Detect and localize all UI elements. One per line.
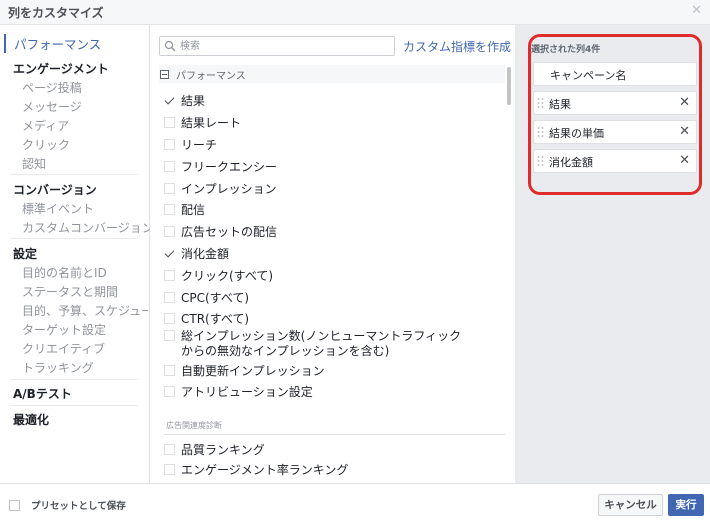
- checkbox[interactable]: [164, 292, 175, 303]
- nav-item-performance[interactable]: パフォーマンス: [4, 34, 101, 53]
- nav-item-awareness[interactable]: 認知: [22, 155, 46, 172]
- metric-label: エンゲージメント率ランキング: [181, 463, 349, 477]
- close-icon[interactable]: ✕: [691, 3, 702, 18]
- checkbox[interactable]: [164, 365, 175, 376]
- nav-item-clicks[interactable]: クリック: [22, 136, 70, 153]
- checkbox[interactable]: [164, 183, 175, 194]
- metric-label: 広告セットの配信: [181, 225, 278, 239]
- cancel-button[interactable]: キャンセル: [598, 494, 663, 516]
- checkbox[interactable]: [164, 117, 175, 128]
- nav-item-creative[interactable]: クリエイティブ: [22, 340, 105, 357]
- metric-label: インプレッション: [181, 182, 277, 196]
- selected-column-item[interactable]: 消化金額 ✕: [533, 149, 697, 173]
- selected-columns-panel: 選択された列4件 キャンペーン名 結果 ✕ 結果の単価 ✕ 消化金額 ✕: [515, 25, 710, 483]
- metric-label: 自動更新インプレッション: [181, 364, 325, 378]
- section-divider: [164, 434, 505, 435]
- search-box[interactable]: [159, 36, 395, 56]
- run-button[interactable]: 実行: [668, 494, 704, 516]
- checkbox[interactable]: [164, 444, 175, 455]
- save-preset-checkbox[interactable]: [9, 500, 20, 511]
- nav-item-media[interactable]: メディア: [22, 117, 69, 134]
- checkbox[interactable]: [164, 313, 175, 324]
- nav-item-objective-budget-schedule[interactable]: 目的、予算、スケジュール: [22, 302, 148, 319]
- nav-divider: [10, 379, 138, 380]
- nav-item-engagement[interactable]: エンゲージメント: [13, 60, 109, 77]
- metric-label: 総インプレッション数(ノンヒューマントラフィック: [181, 329, 462, 343]
- nav-item-page-posts[interactable]: ページ投稿: [22, 79, 82, 96]
- dialog-title: 列をカスタマイズ: [8, 6, 104, 20]
- selected-column-item[interactable]: 結果の単価 ✕: [533, 120, 697, 144]
- relevance-section-title: 広告関連度診断: [166, 421, 222, 430]
- nav-item-messages[interactable]: メッセージ: [22, 98, 82, 115]
- dialog-footer: プリセットとして保存 キャンセル 実行: [0, 483, 710, 522]
- checkbox[interactable]: [164, 226, 175, 237]
- nav-item-objective-name-id[interactable]: 目的の名前とID: [22, 264, 107, 281]
- category-nav: パフォーマンス エンゲージメント ページ投稿 メッセージ メディア クリック 認…: [0, 25, 154, 483]
- metric-label: 結果: [181, 94, 206, 108]
- collapse-icon[interactable]: [160, 70, 169, 79]
- metric-label: 消化金額: [181, 247, 230, 261]
- selected-column-label: キャンペーン名: [550, 69, 627, 82]
- checkbox[interactable]: [164, 386, 175, 397]
- drag-handle-icon[interactable]: [537, 155, 544, 167]
- checkbox[interactable]: [164, 270, 175, 281]
- remove-icon[interactable]: ✕: [679, 95, 690, 110]
- nav-item-conversion[interactable]: コンバージョン: [13, 181, 97, 198]
- create-custom-metric-link[interactable]: カスタム指標を作成: [403, 38, 511, 55]
- search-input[interactable]: [180, 38, 390, 54]
- nav-item-standard-events[interactable]: 標準イベント: [22, 200, 94, 217]
- checkbox[interactable]: [164, 464, 175, 475]
- section-title: パフォーマンス: [176, 71, 246, 82]
- selected-column-label: 結果: [549, 98, 571, 111]
- checkbox-checked[interactable]: [164, 95, 175, 106]
- selected-columns-title: 選択された列4件: [531, 45, 601, 55]
- save-preset-label[interactable]: プリセットとして保存: [31, 498, 126, 512]
- nav-item-optimization[interactable]: 最適化: [13, 411, 49, 428]
- remove-icon[interactable]: ✕: [679, 124, 690, 139]
- metric-label: 結果レート: [181, 116, 242, 130]
- metric-label: アトリビューション設定: [181, 385, 313, 399]
- metric-label: CTR(すべて): [181, 312, 250, 326]
- dialog-header: 列をカスタマイズ ✕: [0, 0, 710, 25]
- remove-icon[interactable]: ✕: [679, 153, 690, 168]
- checkbox[interactable]: [164, 204, 175, 215]
- checkbox[interactable]: [164, 161, 175, 172]
- scrollbar-thumb[interactable]: [507, 67, 511, 105]
- checkbox[interactable]: [164, 139, 175, 150]
- metric-label: CPC(すべて): [181, 291, 250, 305]
- nav-item-targeting[interactable]: ターゲット設定: [22, 321, 106, 338]
- metric-label: リーチ: [181, 138, 218, 152]
- drag-handle-icon[interactable]: [537, 97, 544, 109]
- metric-label: 配信: [181, 203, 206, 217]
- nav-divider: [10, 405, 138, 406]
- checkbox-checked[interactable]: [164, 248, 175, 259]
- selected-column-fixed: キャンペーン名: [533, 62, 697, 86]
- metric-label: フリークエンシー: [181, 160, 278, 174]
- nav-item-custom-conversions[interactable]: カスタムコンバージョン: [22, 219, 154, 236]
- checkbox[interactable]: [164, 330, 175, 341]
- selected-column-item[interactable]: 結果 ✕: [533, 91, 697, 115]
- search-icon: [164, 40, 176, 52]
- section-header-performance[interactable]: パフォーマンス: [159, 65, 505, 83]
- drag-handle-icon[interactable]: [537, 126, 544, 138]
- nav-item-tracking[interactable]: トラッキング: [22, 359, 94, 376]
- selected-column-label: 結果の単価: [549, 127, 604, 140]
- metric-label: 品質ランキング: [181, 443, 265, 457]
- metric-label-line2: からの無効なインプレッションを含む): [181, 344, 390, 358]
- nav-item-status-duration[interactable]: ステータスと期間: [22, 283, 118, 300]
- nav-item-settings[interactable]: 設定: [13, 245, 37, 262]
- metric-label: クリック(すべて): [181, 269, 274, 283]
- nav-divider: [10, 238, 138, 239]
- metric-list-panel: カスタム指標を作成 パフォーマンス 結果結果レートリーチフリークエンシーインプレ…: [150, 25, 514, 483]
- nav-item-ab-test[interactable]: A/Bテスト: [13, 385, 72, 402]
- selected-column-label: 消化金額: [549, 156, 593, 169]
- nav-divider: [10, 174, 138, 175]
